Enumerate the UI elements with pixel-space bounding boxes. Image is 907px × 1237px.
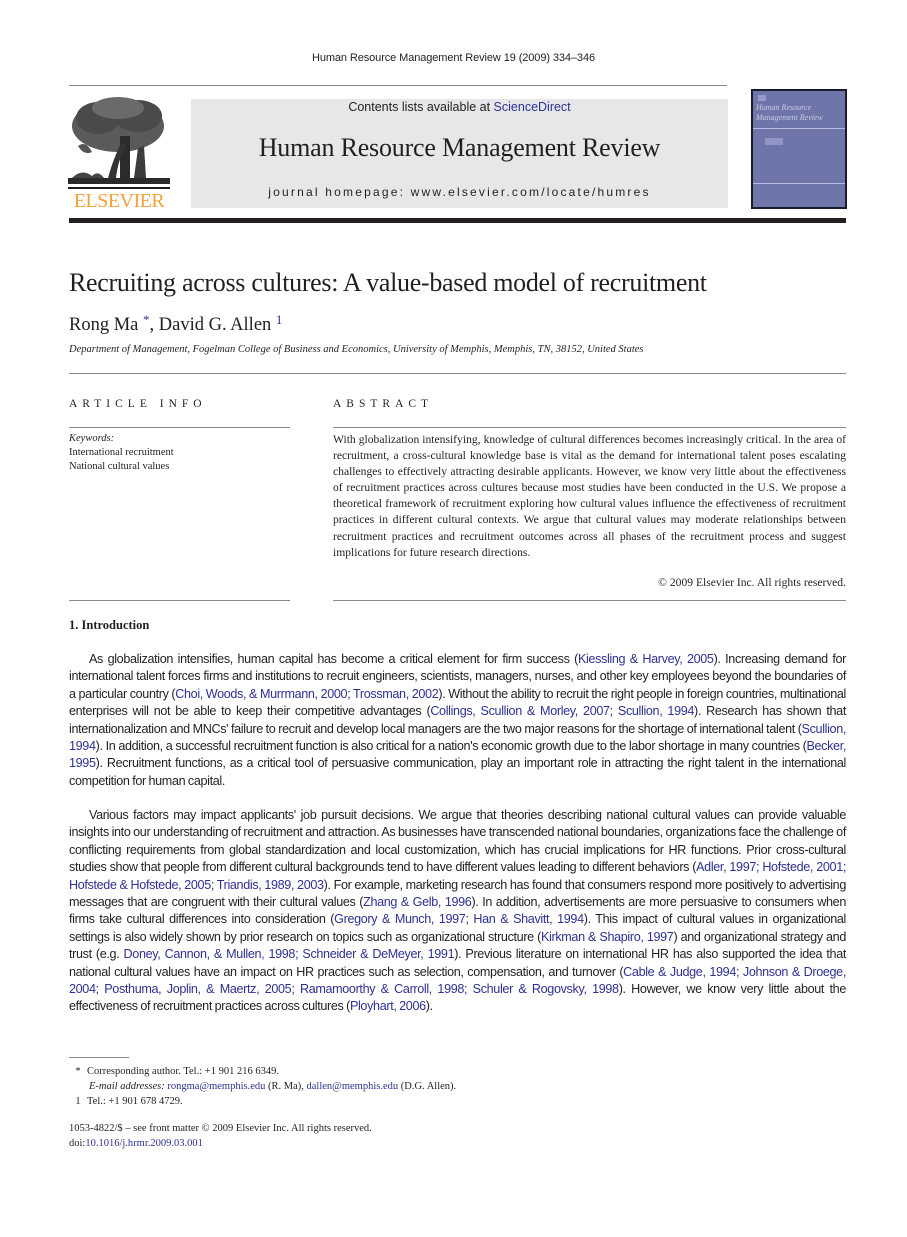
footnote-corresponding: * Corresponding author. Tel.: +1 901 216 …	[69, 1064, 456, 1079]
elsevier-logo[interactable]: ELSEVIER	[68, 96, 170, 212]
journal-homepage-link[interactable]: journal homepage: www.elsevier.com/locat…	[191, 185, 728, 199]
affiliation: Department of Management, Fogelman Colle…	[69, 344, 644, 355]
citation-link[interactable]: Kirkman & Shapiro, 1997	[541, 930, 674, 944]
email-owner: (D.G. Allen).	[398, 1081, 457, 1092]
author-name: David G. Allen	[158, 315, 272, 335]
front-matter: 1053-4822/$ – see front matter © 2009 El…	[69, 1121, 372, 1151]
doi-link[interactable]: 10.1016/j.hrmr.2009.03.001	[85, 1138, 203, 1149]
elsevier-tree-icon	[68, 97, 170, 189]
cover-editor-block	[765, 138, 783, 145]
body-text-run: ). In addition, a successful recruitment…	[95, 739, 807, 754]
email-link[interactable]: rongma@memphis.edu	[167, 1081, 265, 1092]
keyword: National cultural values	[69, 461, 170, 472]
journal-banner: Contents lists available at ScienceDirec…	[191, 99, 728, 208]
cover-divider	[753, 128, 845, 129]
cover-publisher-icon	[758, 95, 766, 101]
cover-divider	[753, 183, 845, 184]
footnote-1: 1 Tel.: +1 901 678 4729.	[69, 1094, 456, 1109]
journal-cover-thumbnail[interactable]: Human Resource Management Review	[751, 89, 847, 209]
footnote-text: Corresponding author. Tel.: +1 901 216 6…	[87, 1066, 279, 1077]
citation-link[interactable]: Zhang & Gelb, 1996	[363, 895, 472, 909]
email-label: E-mail addresses:	[89, 1081, 165, 1092]
header-thick-rule	[69, 218, 846, 223]
abstract-text: With globalization intensifying, knowled…	[333, 433, 846, 559]
citation-link[interactable]: Kiessling & Harvey, 2005	[578, 652, 714, 666]
contents-line: Contents lists available at ScienceDirec…	[191, 100, 728, 114]
body-paragraph: Various factors may impact applicants' j…	[69, 807, 846, 1016]
body-paragraph: As globalization intensifies, human capi…	[69, 651, 846, 790]
footnote-link[interactable]: 1	[276, 312, 283, 327]
footnote-mark: 1	[75, 1096, 81, 1107]
abstract-copyright: © 2009 Elsevier Inc. All rights reserved…	[658, 576, 846, 589]
cover-title: Human Resource Management Review	[756, 103, 823, 122]
running-head: Human Resource Management Review 19 (200…	[311, 52, 595, 64]
article-title: Recruiting across cultures: A value-base…	[69, 268, 707, 297]
citation-link[interactable]: Doney, Cannon, & Mullen, 1998; Schneider…	[124, 947, 455, 961]
footnote-text: Tel.: +1 901 678 4729.	[87, 1096, 183, 1107]
elsevier-wordmark: ELSEVIER	[73, 190, 165, 212]
article-info-rule	[69, 427, 290, 428]
section-heading-introduction: 1. Introduction	[69, 618, 150, 632]
abstract-heading: ABSTRACT	[333, 398, 434, 410]
doi-label: doi:	[69, 1138, 86, 1149]
citation-link[interactable]: Collings, Scullion & Morley, 2007; Scull…	[430, 704, 694, 718]
author-list: Rong Ma *, David G. Allen 1	[69, 312, 282, 336]
doi-line: doi:10.1016/j.hrmr.2009.03.001	[69, 1136, 372, 1151]
author-name: Rong Ma	[69, 315, 139, 335]
email-link[interactable]: dallen@memphis.edu	[307, 1081, 399, 1092]
header-rule	[69, 85, 727, 86]
email-owner: (R. Ma),	[265, 1081, 307, 1092]
keywords-label: Keywords:	[69, 433, 115, 444]
contents-prefix: Contents lists available at	[348, 100, 494, 114]
body-text-run: As globalization intensifies, human capi…	[89, 652, 578, 666]
abstract-rule	[333, 427, 846, 428]
article-info-bottom-rule	[69, 600, 290, 601]
body-text-run: ).	[425, 999, 433, 1014]
footnote-mark: *	[75, 1066, 81, 1077]
body-text-run: ). Recruitment functions, as a critical …	[69, 756, 846, 788]
author-separator: ,	[149, 315, 159, 335]
issn-line: 1053-4822/$ – see front matter © 2009 El…	[69, 1123, 372, 1134]
footnote-rule	[69, 1057, 129, 1058]
keyword: International recruitment	[69, 447, 174, 458]
cover-title-line: Human Resource	[756, 103, 812, 112]
sciencedirect-link[interactable]: ScienceDirect	[494, 100, 571, 114]
footnote-emails: E-mail addresses: rongma@memphis.edu (R.…	[69, 1079, 456, 1094]
abstract-bottom-rule	[333, 600, 846, 601]
citation-link[interactable]: Ployhart, 2006	[350, 999, 426, 1013]
citation-link[interactable]: Gregory & Munch, 1997; Han & Shavitt, 19…	[334, 912, 584, 926]
citation-link[interactable]: Choi, Woods, & Murrmann, 2000; Trossman,…	[175, 687, 438, 701]
footnotes: * Corresponding author. Tel.: +1 901 216 …	[69, 1064, 456, 1109]
journal-title: Human Resource Management Review	[258, 133, 661, 162]
article-info-heading: ARTICLE INFO	[69, 398, 207, 410]
keywords-block: Keywords: International recruitment Nati…	[69, 432, 174, 474]
affiliation-rule	[69, 373, 846, 374]
cover-title-line: Management Review	[756, 112, 823, 122]
